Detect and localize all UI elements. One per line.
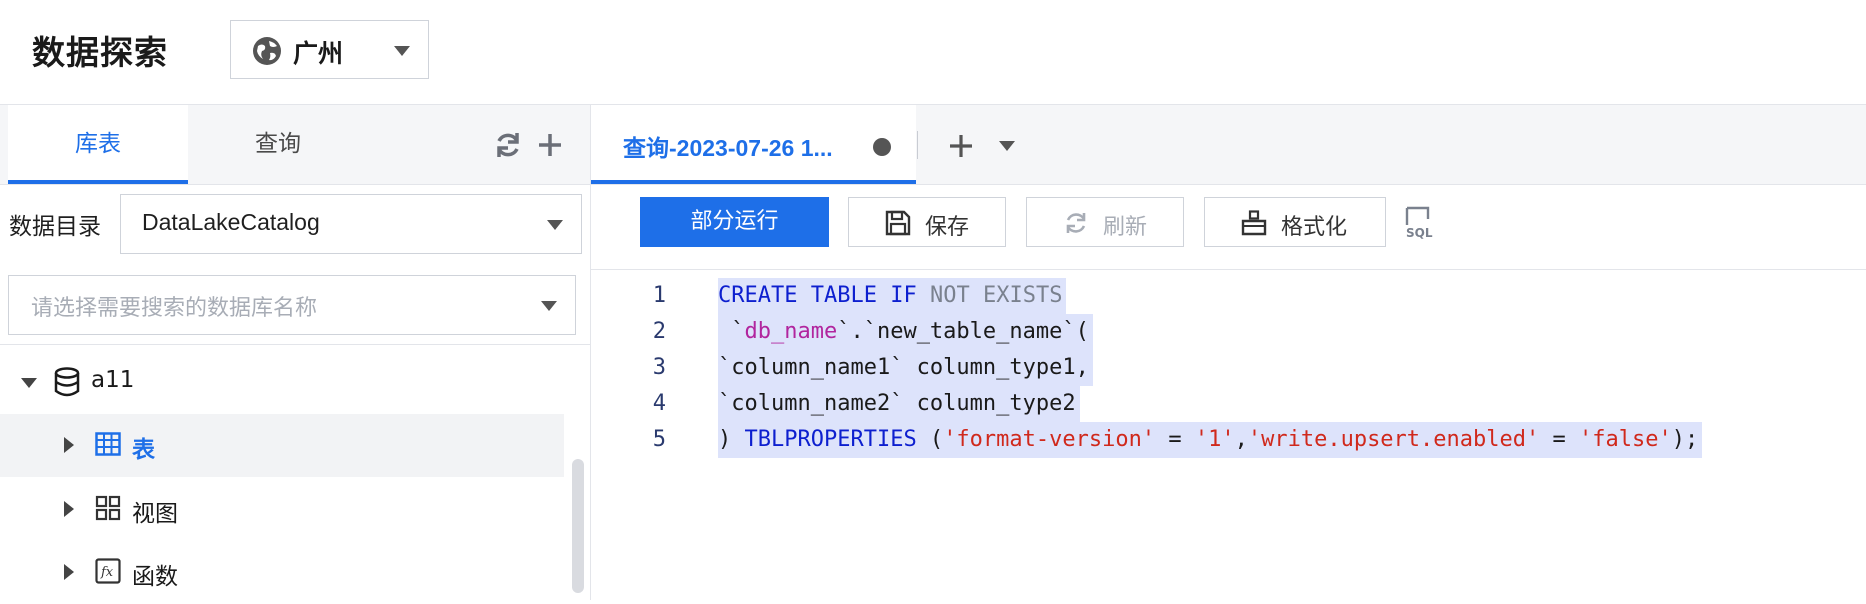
string-token: 'write.upsert.enabled'	[1247, 427, 1540, 452]
keyword-token: TABLE	[810, 283, 877, 308]
divider	[917, 131, 918, 159]
code-line: 3 `column_name1` column_type1,	[591, 350, 1866, 387]
view-icon	[95, 495, 121, 521]
add-tab-icon[interactable]	[946, 131, 976, 161]
catalog-value: DataLakeCatalog	[142, 209, 320, 235]
unsaved-dot-icon[interactable]	[873, 138, 891, 156]
code-text: `db_name`.`new_table_name`(	[718, 314, 1093, 350]
format-label: 格式化	[1281, 215, 1348, 240]
code-token: =	[1539, 427, 1580, 452]
region-selector[interactable]: 广州	[230, 20, 429, 79]
tree-node-a11[interactable]: a11	[0, 351, 564, 414]
sql-file-icon[interactable]: SQL	[1404, 205, 1438, 239]
top-header: 数据探索 广州	[0, 0, 1866, 105]
format-brush-icon	[1241, 210, 1267, 236]
code-token: )	[718, 427, 745, 452]
database-search-placeholder: 请选择需要搜索的数据库名称	[31, 296, 318, 321]
code-token: `.`new_table_name`(	[837, 319, 1089, 344]
code-text: ) TBLPROPERTIES ('format-version' = '1',…	[718, 422, 1703, 458]
code-text: `column_name1` column_type1,	[718, 350, 1093, 386]
code-line: 2 `db_name`.`new_table_name`(	[591, 314, 1866, 351]
expand-right-icon[interactable]	[64, 437, 74, 453]
string-token: 'format-version'	[943, 427, 1156, 452]
line-number: 1	[652, 283, 666, 308]
code-token: );	[1671, 427, 1699, 452]
refresh-label: 刷新	[1103, 215, 1148, 240]
left-panel: 库表 查询 数据目录 DataLakeCatalog 请选择需要搜索的数据库名称	[0, 105, 591, 600]
tree-scrollbar[interactable]	[572, 459, 584, 593]
format-button[interactable]: 格式化	[1204, 197, 1386, 247]
svg-text:fx: fx	[100, 565, 114, 580]
keyword-token: CREATE	[718, 283, 798, 308]
chevron-down-icon	[394, 46, 410, 56]
identifier-token: db_name	[744, 319, 838, 344]
keyword-token: IF	[890, 283, 917, 308]
tree-label: a11	[91, 367, 135, 393]
code-text: `column_name2` column_type2	[718, 386, 1080, 422]
code-token: ,	[1234, 427, 1248, 452]
table-icon	[95, 432, 121, 456]
save-button[interactable]: 保存	[848, 197, 1006, 247]
refresh-button[interactable]: 刷新	[1026, 197, 1184, 247]
plus-icon[interactable]	[534, 129, 566, 161]
code-line: 4 `column_name2` column_type2	[591, 386, 1866, 423]
region-label: 广州	[293, 39, 344, 68]
tab-menu-chevron-icon[interactable]	[999, 141, 1015, 151]
keyword-token: NOT	[929, 283, 970, 308]
tree-label: 函数	[132, 564, 178, 590]
catalog-row: 数据目录 DataLakeCatalog	[0, 194, 590, 256]
save-icon	[885, 210, 911, 236]
code-token: `	[718, 319, 745, 344]
line-number: 3	[652, 355, 666, 380]
tree-label: 表	[132, 437, 155, 463]
run-partial-button[interactable]: 部分运行	[640, 197, 829, 247]
tree-node-functions[interactable]: fx 函数	[0, 541, 564, 604]
line-number: 2	[652, 319, 666, 344]
database-icon	[54, 367, 80, 397]
line-number: 4	[652, 391, 666, 416]
expand-right-icon[interactable]	[64, 501, 74, 517]
code-token: =	[1155, 427, 1195, 452]
database-search-select[interactable]: 请选择需要搜索的数据库名称	[8, 275, 576, 335]
left-tabs: 库表 查询	[0, 105, 590, 185]
catalog-select[interactable]: DataLakeCatalog	[120, 194, 582, 254]
divider	[0, 344, 590, 345]
keyword-token: TBLPROPERTIES	[744, 427, 917, 452]
tree-label: 视图	[132, 501, 178, 527]
save-label: 保存	[925, 215, 970, 240]
sql-icon-label: SQL	[1406, 226, 1433, 239]
query-tabs: 查询-2023-07-26 1...	[591, 105, 1866, 185]
string-token: '1'	[1194, 427, 1235, 452]
line-number: 5	[652, 427, 666, 452]
expand-down-icon[interactable]	[21, 378, 37, 388]
code-token: (	[916, 427, 944, 452]
query-tab-title: 查询-2023-07-26 1...	[623, 135, 833, 161]
tree-node-views[interactable]: 视图	[0, 478, 564, 541]
chevron-down-icon	[541, 301, 557, 311]
refresh-icon	[1066, 213, 1086, 233]
string-token: 'false'	[1579, 427, 1672, 452]
page-title: 数据探索	[32, 33, 168, 72]
function-icon: fx	[95, 558, 121, 584]
code-line: 1 CREATE TABLE IF NOT EXISTS	[591, 278, 1866, 315]
keyword-token: EXISTS	[982, 283, 1063, 308]
code-text: CREATE TABLE IF NOT EXISTS	[718, 278, 1067, 314]
editor-toolbar: 部分运行 保存 刷新 格式化 SQL	[591, 185, 1866, 270]
tab-tables[interactable]: 库表	[8, 105, 188, 184]
sql-editor[interactable]: 1 CREATE TABLE IF NOT EXISTS 2 `db_name`…	[591, 271, 1866, 600]
chevron-down-icon	[547, 220, 563, 230]
globe-icon	[253, 37, 281, 65]
query-panel: 查询-2023-07-26 1... 部分运行 保存 刷新 格式化 SQL 1 …	[591, 105, 1866, 600]
query-tab[interactable]: 查询-2023-07-26 1...	[591, 105, 916, 184]
tree-node-tables[interactable]: 表	[0, 414, 564, 477]
tab-queries[interactable]: 查询	[188, 105, 368, 184]
catalog-label: 数据目录	[9, 214, 101, 240]
refresh-icon[interactable]	[492, 129, 524, 161]
code-line: 5 ) TBLPROPERTIES ('format-version' = '1…	[591, 422, 1866, 459]
expand-right-icon[interactable]	[64, 564, 74, 580]
